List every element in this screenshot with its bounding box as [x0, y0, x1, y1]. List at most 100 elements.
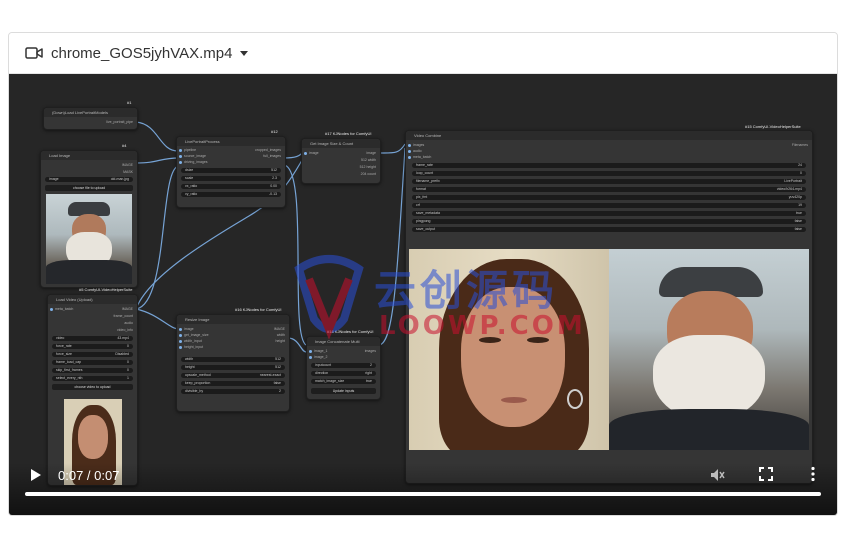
output-port[interactable]: MASK — [123, 170, 133, 174]
play-icon[interactable] — [27, 467, 43, 483]
input-port[interactable]: meta_batch — [408, 155, 431, 159]
input-port[interactable]: image — [304, 151, 319, 155]
param-row[interactable]: frame_rate 24 — [412, 163, 806, 168]
input-port[interactable]: images — [408, 143, 424, 147]
node-liveportrait-process[interactable]: LivePortraitProcess pipeline source_imag… — [176, 136, 286, 208]
row-value: false — [794, 219, 802, 223]
row-label: vy_ratio — [185, 192, 198, 196]
output-port[interactable]: frame_count — [114, 314, 133, 318]
param-row[interactable]: direction right — [311, 371, 376, 376]
param-row[interactable]: dsize 512 — [181, 168, 281, 173]
output-port[interactable]: IMAGE — [122, 307, 133, 311]
video-frame[interactable]: (Down)Load LivePortraitModels live_portr… — [9, 74, 837, 515]
input-port[interactable]: image — [179, 327, 194, 331]
param-row[interactable]: force_size Disabled — [52, 352, 133, 357]
row-label: select_every_nth — [56, 376, 83, 380]
output-port[interactable]: audio — [124, 321, 133, 325]
input-port[interactable]: get_image_size — [179, 333, 209, 337]
node-resize-image[interactable]: Resize Image image get_image_size width_… — [176, 314, 290, 412]
row-value: 512 — [275, 357, 281, 361]
output-port[interactable]: full_images — [263, 154, 281, 158]
row-label: pix_fmt — [416, 195, 428, 199]
fullscreen-icon[interactable] — [759, 467, 773, 481]
row-value: 24 — [798, 163, 802, 167]
output-port[interactable]: IMAGE — [274, 327, 285, 331]
port-label: pipeline — [184, 148, 197, 152]
param-row[interactable]: upscale_method nearest-exact — [181, 373, 285, 378]
input-port[interactable]: driving_images — [179, 160, 208, 164]
row-label: force_rate — [56, 344, 72, 348]
more-vertical-icon[interactable] — [810, 466, 816, 482]
node-get-image-size[interactable]: Get Image Size & Count image image 512 w… — [301, 138, 381, 184]
param-row[interactable]: save_output false — [412, 227, 806, 232]
output-port[interactable]: cropped_images — [255, 148, 281, 152]
row-label: video — [56, 336, 65, 340]
param-row[interactable]: height 512 — [181, 365, 285, 370]
node-title: Get Image Size & Count — [302, 139, 380, 148]
param-row[interactable]: scale 2.3 — [181, 176, 281, 181]
param-row[interactable]: vx_ratio 0.00 — [181, 184, 281, 189]
row-label: image — [49, 177, 59, 181]
param-row[interactable]: video 43.mp4 — [52, 336, 133, 341]
param-row[interactable]: vy_ratio -0.13 — [181, 192, 281, 197]
output-port[interactable]: live_portrait_pipe — [106, 120, 133, 124]
output-port[interactable]: image — [366, 151, 376, 155]
param-row[interactable]: pingpong false — [412, 219, 806, 224]
output-port[interactable]: IMAGE — [122, 163, 133, 167]
input-port[interactable]: height_input — [179, 345, 203, 349]
param-row[interactable]: keep_proportion false — [181, 381, 285, 386]
param-row[interactable]: crf 19 — [412, 203, 806, 208]
param-row[interactable]: match_image_size true — [311, 379, 376, 384]
row-value: false — [273, 381, 281, 385]
row-value: 0 — [800, 171, 802, 175]
input-port[interactable]: pipeline — [179, 148, 196, 152]
input-port[interactable]: audio — [408, 149, 422, 153]
row-label: upscale_method — [185, 373, 211, 377]
progress-bar[interactable] — [25, 492, 821, 496]
port-label: width_input — [184, 339, 202, 343]
output-port[interactable]: Filenames — [792, 143, 808, 147]
output-port[interactable]: 204 count — [361, 172, 376, 176]
param-row[interactable]: format video/h264-mp4 — [412, 187, 806, 192]
upload-video-button[interactable]: choose video to upload — [52, 384, 133, 390]
row-label: frame_load_cap — [56, 360, 82, 364]
input-port[interactable]: width_input — [179, 339, 202, 343]
output-port[interactable]: 512 width — [361, 158, 376, 162]
row-value: 0.00 — [270, 184, 277, 188]
node-load-video[interactable]: Load Video (Upload) meta_batch IMAGE fra… — [47, 294, 138, 486]
update-inputs-button[interactable]: Update inputs — [311, 388, 376, 394]
param-row[interactable]: filename_prefix LivePortrait — [412, 179, 806, 184]
output-port[interactable]: 512 height — [360, 165, 376, 169]
param-row[interactable]: width 512 — [181, 357, 285, 362]
chevron-down-icon[interactable] — [240, 50, 249, 56]
time-display: 0:07 / 0:07 — [58, 468, 120, 483]
output-port[interactable]: video_info — [117, 328, 133, 332]
volume-muted-icon[interactable] — [709, 467, 725, 483]
output-port[interactable]: height — [275, 339, 285, 343]
param-row[interactable]: inputcount 2 — [311, 363, 376, 368]
watermark-cn: 云创源码 — [374, 266, 559, 315]
node-load-models[interactable]: (Down)Load LivePortraitModels live_portr… — [43, 107, 138, 130]
param-row[interactable]: save_metadata true — [412, 211, 806, 216]
node-badge: #5 ComfyUI-VideoHelperSuite — [79, 287, 133, 292]
row-value: true — [795, 211, 802, 215]
image-select[interactable]: image old-man.jpg — [45, 177, 133, 182]
param-row[interactable]: select_every_nth 1 — [52, 376, 133, 381]
node-load-image[interactable]: Load Image IMAGE MASK image old-man.jpg … — [40, 150, 138, 288]
input-port[interactable]: source_image — [179, 154, 206, 158]
node-title: LivePortraitProcess — [177, 137, 285, 146]
param-row[interactable]: pix_fmt yuv420p — [412, 195, 806, 200]
file-name[interactable]: chrome_GOS5jyhVAX.mp4 — [51, 45, 232, 62]
param-row[interactable]: frame_load_cap 0 — [52, 360, 133, 365]
port-label: image — [184, 327, 194, 331]
upload-button[interactable]: choose file to upload — [45, 185, 133, 191]
param-row[interactable]: force_rate 0 — [52, 344, 133, 349]
param-row[interactable]: loop_count 0 — [412, 171, 806, 176]
row-value: LivePortrait — [784, 179, 802, 183]
node-title: Load Image — [41, 151, 137, 160]
video-card: chrome_GOS5jyhVAX.mp4 (Down)Load LivePor… — [8, 32, 838, 516]
output-port[interactable]: width — [277, 333, 285, 337]
param-row[interactable]: divisible_by 2 — [181, 389, 285, 394]
param-row[interactable]: skip_first_frames 0 — [52, 368, 133, 373]
input-port[interactable]: meta_batch — [50, 307, 73, 311]
